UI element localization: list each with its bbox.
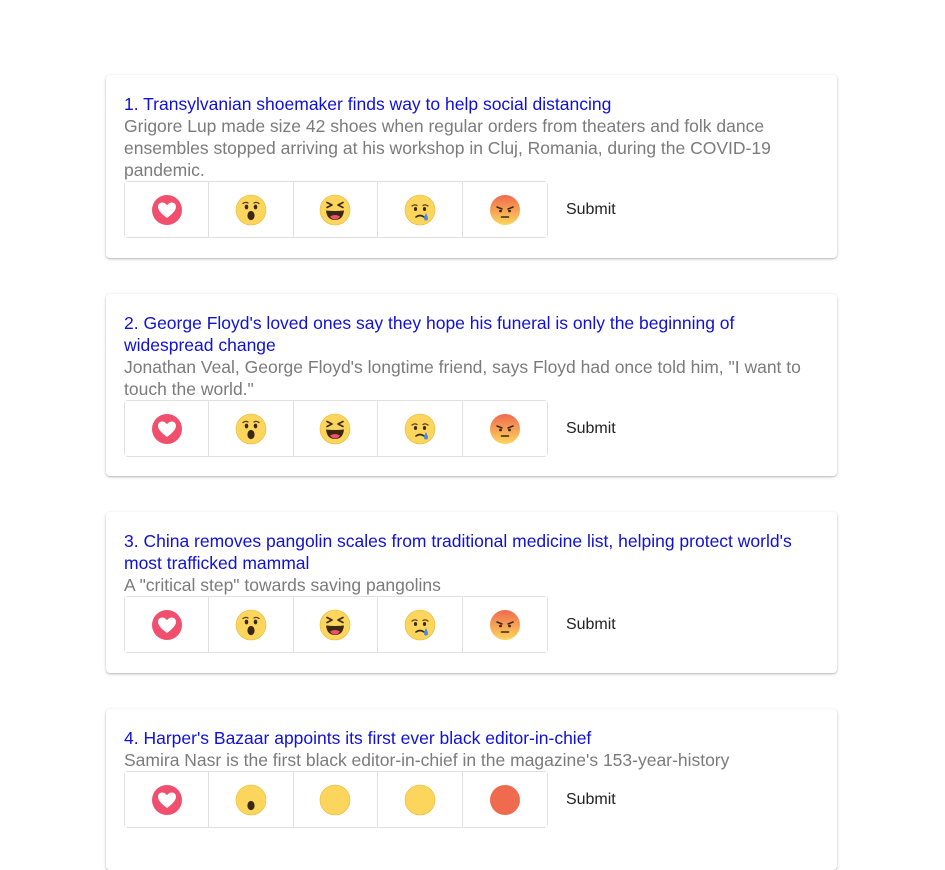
sad-reaction-button[interactable] <box>378 772 463 827</box>
article-card: 2. George Floyd's loved ones say they ho… <box>106 294 837 476</box>
wow-reaction-button[interactable] <box>209 772 294 827</box>
article-description: Grigore Lup made size 42 shoes when regu… <box>124 116 771 180</box>
submit-button[interactable]: Submit <box>566 785 616 815</box>
angry-icon <box>489 413 521 445</box>
love-icon <box>151 609 183 641</box>
sad-icon <box>404 784 436 816</box>
article-card: 1. Transylvanian shoemaker finds way to … <box>106 75 837 258</box>
angry-reaction-button[interactable] <box>462 772 547 827</box>
reaction-group <box>124 181 548 238</box>
sad-reaction-button[interactable] <box>378 401 463 456</box>
wow-reaction-button[interactable] <box>209 597 294 652</box>
love-reaction-button[interactable] <box>125 182 210 237</box>
reaction-row: Submit <box>124 596 819 653</box>
haha-icon <box>319 609 351 641</box>
sad-icon <box>404 609 436 641</box>
haha-reaction-button[interactable] <box>293 401 379 456</box>
love-reaction-button[interactable] <box>125 772 210 827</box>
wow-icon <box>235 784 267 816</box>
sad-reaction-button[interactable] <box>378 182 463 237</box>
reaction-row: Submit <box>124 181 819 238</box>
haha-icon <box>319 194 351 226</box>
wow-reaction-button[interactable] <box>209 401 294 456</box>
angry-icon <box>489 194 521 226</box>
article-title-link[interactable]: 1. Transylvanian shoemaker finds way to … <box>124 93 819 115</box>
sad-icon <box>404 194 436 226</box>
article-title-link[interactable]: 2. George Floyd's loved ones say they ho… <box>124 312 819 356</box>
reaction-row: Submit <box>124 771 819 828</box>
angry-icon <box>489 609 521 641</box>
wow-reaction-button[interactable] <box>209 182 294 237</box>
article-description: Samira Nasr is the first black editor-in… <box>124 750 730 770</box>
sad-reaction-button[interactable] <box>378 597 463 652</box>
submit-button[interactable]: Submit <box>566 610 616 640</box>
angry-icon <box>489 784 521 816</box>
article-title-link[interactable]: 3. China removes pangolin scales from tr… <box>124 530 819 574</box>
article-title-link[interactable]: 4. Harper's Bazaar appoints its first ev… <box>124 727 819 749</box>
article-description: Jonathan Veal, George Floyd's longtime f… <box>124 357 801 399</box>
article-description: A "critical step" towards saving pangoli… <box>124 575 441 595</box>
haha-icon <box>319 784 351 816</box>
wow-icon <box>235 413 267 445</box>
reaction-group <box>124 400 548 457</box>
wow-icon <box>235 609 267 641</box>
love-reaction-button[interactable] <box>125 401 210 456</box>
haha-icon <box>319 413 351 445</box>
angry-reaction-button[interactable] <box>462 401 547 456</box>
article-card: 3. China removes pangolin scales from tr… <box>106 512 837 673</box>
love-icon <box>151 194 183 226</box>
submit-button[interactable]: Submit <box>566 414 616 444</box>
reaction-row: Submit <box>124 400 819 457</box>
love-reaction-button[interactable] <box>125 597 210 652</box>
haha-reaction-button[interactable] <box>293 597 379 652</box>
reaction-group <box>124 771 548 828</box>
love-icon <box>151 413 183 445</box>
sad-icon <box>404 413 436 445</box>
angry-reaction-button[interactable] <box>462 182 547 237</box>
haha-reaction-button[interactable] <box>293 772 379 827</box>
reaction-group <box>124 596 548 653</box>
wow-icon <box>235 194 267 226</box>
submit-button[interactable]: Submit <box>566 195 616 225</box>
love-icon <box>151 784 183 816</box>
haha-reaction-button[interactable] <box>293 182 379 237</box>
angry-reaction-button[interactable] <box>462 597 547 652</box>
